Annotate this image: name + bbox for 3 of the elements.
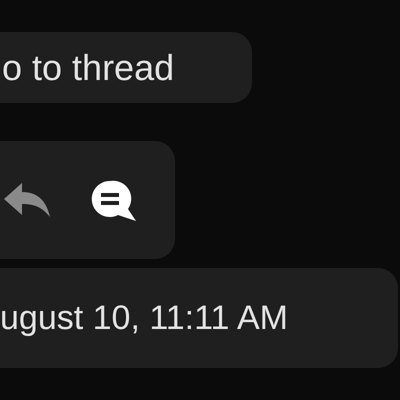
go-to-thread-tooltip[interactable]: o to thread [0,32,252,103]
tooltip-label: o to thread [2,50,174,86]
timestamp-text: ugust 10, 11:11 AM [0,301,288,335]
